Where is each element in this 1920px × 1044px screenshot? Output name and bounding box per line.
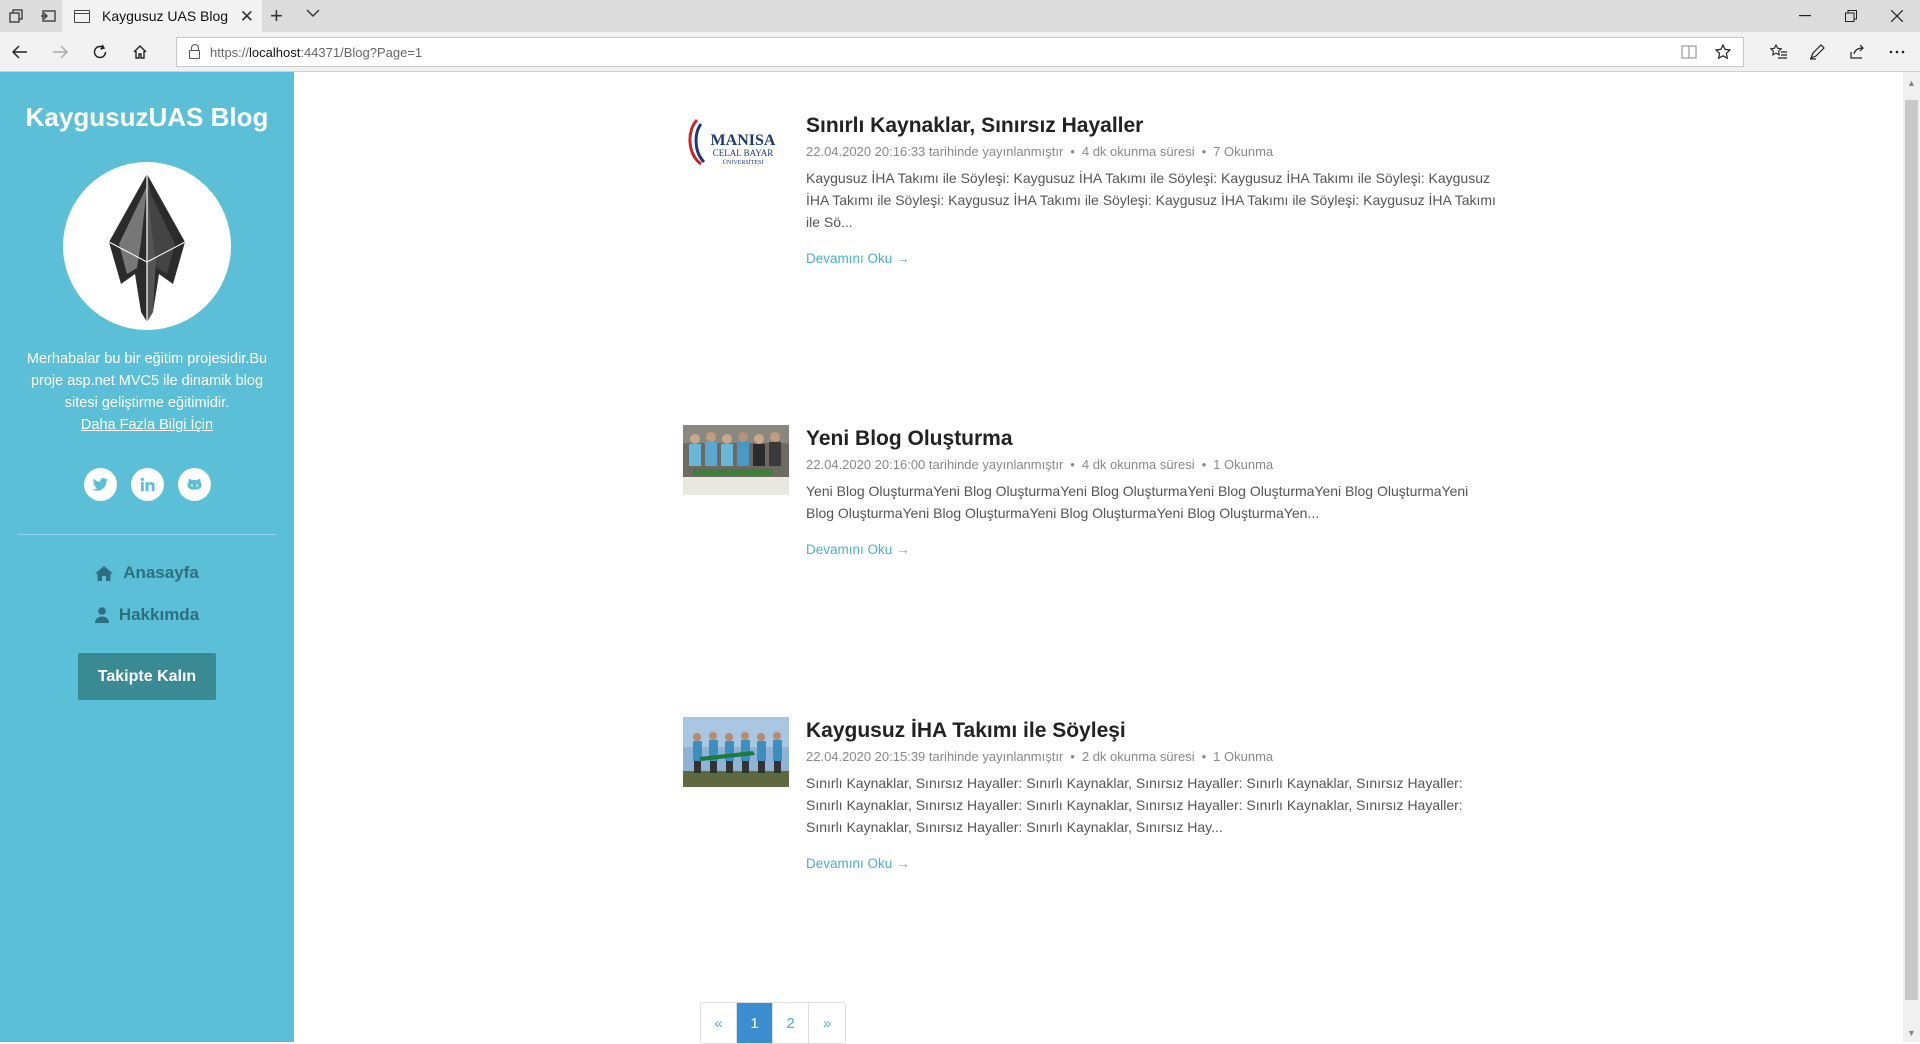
url-path: :44371/Blog?Page=1 <box>300 44 423 60</box>
thumb-logo-line1: MANISA <box>711 132 776 149</box>
pagination: « 1 2 » <box>700 1002 846 1044</box>
restore-icon[interactable] <box>1828 0 1874 32</box>
pagination-next[interactable]: » <box>809 1003 845 1043</box>
sidebar-item-label: Anasayfa <box>123 563 199 582</box>
intro-paragraph: Merhabalar bu bir eğitim projesidir.Bu p… <box>26 351 268 411</box>
sidebar-item-home[interactable]: Anasayfa <box>0 563 294 583</box>
post-excerpt: Sınırlı Kaynaklar, Sınırsız Hayaller: Sı… <box>806 775 1463 835</box>
post-excerpt: Yeni Blog OluşturmaYeni Blog OluşturmaYe… <box>806 483 1469 521</box>
pagination-prev[interactable]: « <box>701 1003 737 1043</box>
browser-tab-bar: Kaygusuz UAS Blog ✕ + <box>0 0 1920 32</box>
post-body: Kaygusuz İHA Takımı ile Söyleşi 22.04.20… <box>806 717 1496 873</box>
post-read-time: 4 dk okunma süresi <box>1081 457 1195 472</box>
favorite-star-icon[interactable] <box>1706 32 1740 72</box>
refresh-icon[interactable] <box>80 32 120 72</box>
scroll-down-icon[interactable]: ▼ <box>1907 1028 1916 1038</box>
favorites-hub-icon[interactable] <box>1762 32 1796 72</box>
post-read-count: 1 Okunma <box>1213 457 1274 472</box>
github-icon[interactable] <box>177 468 211 501</box>
post-date: 22.04.2020 20:16:00 tarihinde yayınlanmı… <box>806 457 1064 472</box>
page-viewport: KaygusuzUAS Blog Merhabalar bu bir eğiti… <box>0 72 1920 1044</box>
home-icon <box>95 565 114 581</box>
minimize-icon[interactable] <box>1782 0 1828 32</box>
user-icon <box>94 607 109 623</box>
intro-text: Merhabalar bu bir eğitim projesidir.Bu p… <box>18 348 276 436</box>
sidebar-item-label: Hakkımda <box>118 605 200 624</box>
share-icon[interactable] <box>1840 32 1874 72</box>
post-date: 22.04.2020 20:15:39 tarihinde yayınlanmı… <box>806 749 1064 764</box>
sidebar: KaygusuzUAS Blog Merhabalar bu bir eğiti… <box>0 72 294 1042</box>
post-read-time: 4 dk okunma süresi <box>1081 144 1195 159</box>
linkedin-icon[interactable] <box>130 468 164 501</box>
post-meta: 22.04.2020 20:15:39 tarihinde yayınlanmı… <box>806 749 1274 764</box>
pagination-page-1[interactable]: 1 <box>737 1003 773 1043</box>
chevron-down-icon[interactable] <box>306 5 320 22</box>
more-options-icon[interactable] <box>1880 32 1914 72</box>
post-read-count: 7 Okunma <box>1213 144 1274 159</box>
page-favicon-icon <box>74 9 90 23</box>
post-read-count: 1 Okunma <box>1213 749 1274 764</box>
read-more-link[interactable]: Devamını Oku → <box>806 542 910 557</box>
close-tab-icon[interactable]: ✕ <box>240 7 254 27</box>
post-title[interactable]: Sınırlı Kaynaklar, Sınırsız Hayaller <box>806 112 1496 140</box>
post-excerpt: Kaygusuz İHA Takımı ile Söyleşi: Kaygusu… <box>806 170 1496 230</box>
scrollbar-thumb[interactable] <box>1905 100 1918 1000</box>
post-thumbnail[interactable] <box>683 717 789 787</box>
set-aside-tabs-icon[interactable] <box>32 0 64 32</box>
sidebar-item-about[interactable]: Hakkımda <box>0 605 294 625</box>
post-thumbnail[interactable] <box>683 425 789 495</box>
address-bar-row: https://localhost:44371/Blog?Page=1 <box>0 32 1920 72</box>
back-icon[interactable] <box>0 32 40 72</box>
url-scheme: https:// <box>210 44 250 60</box>
scroll-up-icon[interactable]: ▲ <box>1907 78 1916 88</box>
more-info-link[interactable]: Daha Fazla Bilgi İçin <box>81 414 213 436</box>
tab-actions-icon[interactable] <box>0 0 32 32</box>
forward-icon[interactable] <box>40 32 80 72</box>
thumb-logo-line3: ÜNİVERSİTESİ <box>723 159 764 166</box>
close-window-icon[interactable] <box>1874 0 1920 32</box>
read-more-link[interactable]: Devamını Oku → <box>806 856 910 871</box>
reading-view-icon[interactable] <box>1672 32 1706 72</box>
url-input[interactable]: https://localhost:44371/Blog?Page=1 <box>176 37 1744 67</box>
post-title[interactable]: Kaygusuz İHA Takımı ile Söyleşi <box>806 717 1496 745</box>
post-date: 22.04.2020 20:16:33 tarihinde yayınlanmı… <box>806 144 1064 159</box>
post-body: Sınırlı Kaynaklar, Sınırsız Hayaller 22.… <box>806 112 1496 268</box>
post-body: Yeni Blog Oluşturma 22.04.2020 20:16:00 … <box>806 425 1496 559</box>
post-thumbnail[interactable]: MANISA CELAL BAYAR ÜNİVERSİTESİ <box>683 112 789 182</box>
post-title[interactable]: Yeni Blog Oluşturma <box>806 425 1496 453</box>
pagination-page-2[interactable]: 2 <box>773 1003 809 1043</box>
new-tab-icon[interactable]: + <box>270 3 283 29</box>
post-read-time: 2 dk okunma süresi <box>1081 749 1195 764</box>
twitter-icon[interactable] <box>83 468 117 501</box>
post-meta: 22.04.2020 20:16:33 tarihinde yayınlanmı… <box>806 144 1274 159</box>
site-brand[interactable]: KaygusuzUAS Blog <box>0 102 294 133</box>
thumb-logo-line2: CELAL BAYAR <box>713 148 774 158</box>
lock-icon <box>189 44 200 59</box>
social-links <box>0 468 294 501</box>
sidebar-divider <box>18 534 276 535</box>
tab-active[interactable]: Kaygusuz UAS Blog ✕ <box>62 0 262 32</box>
post-meta: 22.04.2020 20:16:00 tarihinde yayınlanmı… <box>806 457 1274 472</box>
follow-button[interactable]: Takipte Kalın <box>78 653 216 700</box>
home-browser-icon[interactable] <box>120 32 160 72</box>
page-scrollbar[interactable]: ▲ ▼ <box>1903 72 1920 1042</box>
url-host: localhost <box>249 44 301 60</box>
avatar-logo <box>63 162 231 330</box>
read-more-link[interactable]: Devamını Oku → <box>806 251 910 266</box>
tab-title: Kaygusuz UAS Blog <box>102 8 229 24</box>
notes-pen-icon[interactable] <box>1800 32 1834 72</box>
